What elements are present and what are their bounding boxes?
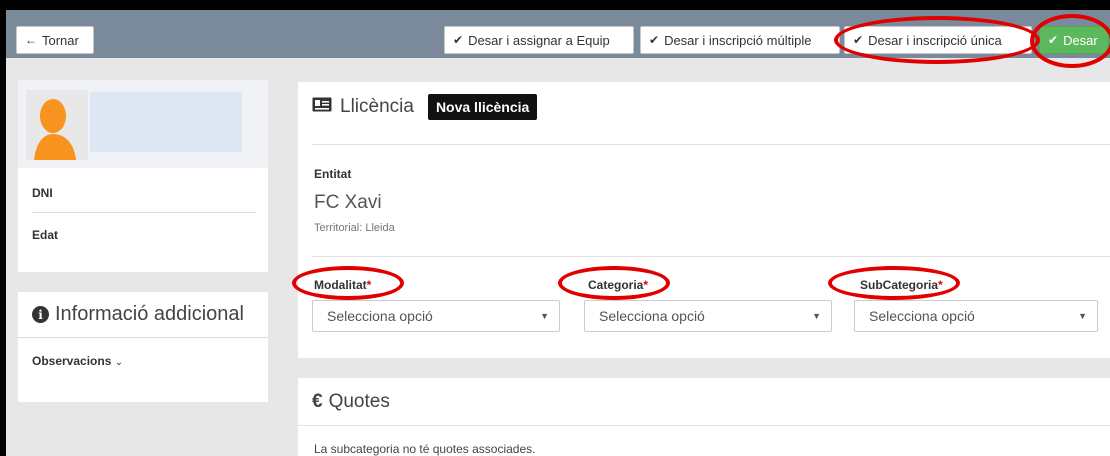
id-card-icon (312, 96, 332, 118)
subcategory-select[interactable]: Selecciona opció ▼ (854, 300, 1098, 332)
additional-info-card: i Informació addicional Observacions ⌄ (18, 292, 268, 402)
subcategory-select-value: Selecciona opció (869, 308, 975, 324)
additional-info-title: Informació addicional (55, 303, 244, 325)
app-frame: ← Tornar ✔ Desar i assignar a Equip ✔ De… (6, 10, 1110, 456)
modality-select[interactable]: Selecciona opció ▼ (312, 300, 560, 332)
arrow-left-icon: ← (25, 33, 37, 47)
save-single-label: Desar i inscripció única (868, 32, 1002, 48)
category-label-text: Categoria (588, 278, 644, 292)
quotes-header: € Quotes (298, 378, 1110, 426)
subcategory-label: SubCategoria* (860, 278, 943, 292)
required-marker: * (938, 278, 943, 292)
entity-label: Entitat (314, 167, 352, 181)
euro-icon: € (312, 390, 323, 412)
chevron-down-icon: ⌄ (114, 357, 124, 368)
required-marker: * (643, 278, 649, 292)
additional-info-header: i Informació addicional (18, 292, 268, 338)
new-licence-badge: Nova llicència (427, 94, 538, 120)
check-icon: ✔ (1048, 33, 1059, 47)
top-toolbar: ← Tornar ✔ Desar i assignar a Equip ✔ De… (6, 10, 1110, 58)
category-select[interactable]: Selecciona opció ▼ (584, 300, 832, 332)
save-button[interactable]: ✔ Desar (1039, 26, 1109, 54)
save-multiple-label: Desar i inscripció múltiple (664, 32, 812, 48)
save-assign-team-button[interactable]: ✔ Desar i assignar a Equip (444, 26, 634, 54)
back-label: Tornar (42, 32, 79, 48)
observations-toggle[interactable]: Observacions ⌄ (32, 354, 123, 368)
quotes-title: Quotes (328, 390, 390, 412)
observations-label: Observacions (32, 354, 112, 368)
entity-territory: Territorial: Lleida (314, 222, 395, 234)
check-icon: ✔ (649, 33, 660, 47)
age-label: Edat (32, 228, 59, 242)
caret-down-icon: ▼ (540, 311, 549, 321)
save-single-button[interactable]: ✔ Desar i inscripció única (844, 26, 1032, 54)
subcategory-label-text: SubCategoria (860, 278, 939, 292)
save-label: Desar (1063, 32, 1098, 48)
entity-name: FC Xavi (314, 192, 382, 213)
profile-card: DNI Edat (18, 80, 268, 272)
quotes-panel: € Quotes La subcategoria no té quotes as… (298, 378, 1110, 456)
dni-label: DNI (32, 186, 53, 200)
category-label: Categoria* (588, 278, 648, 292)
divider (312, 144, 1110, 145)
back-button[interactable]: ← Tornar (16, 26, 94, 54)
required-marker: * (366, 278, 372, 292)
modality-label-text: Modalitat (314, 278, 367, 292)
licence-header: Llicència Nova llicència (298, 82, 1110, 132)
user-avatar-icon (26, 90, 88, 160)
licence-panel: Llicència Nova llicència Entitat FC Xavi… (298, 82, 1110, 358)
modality-label: Modalitat* (314, 278, 371, 292)
caret-down-icon: ▼ (812, 311, 821, 321)
modality-select-value: Selecciona opció (327, 308, 433, 324)
licence-title: Llicència (340, 96, 414, 117)
check-icon: ✔ (853, 33, 864, 47)
caret-down-icon: ▼ (1078, 311, 1087, 321)
save-assign-team-label: Desar i assignar a Equip (468, 32, 610, 48)
check-icon: ✔ (453, 33, 464, 47)
quotes-empty-text: La subcategoria no té quotes associades. (314, 442, 536, 456)
info-circle-icon: i (32, 306, 49, 323)
category-select-value: Selecciona opció (599, 308, 705, 324)
name-placeholder (90, 92, 242, 152)
profile-header (18, 80, 268, 168)
divider (312, 256, 1110, 257)
save-multiple-button[interactable]: ✔ Desar i inscripció múltiple (640, 26, 840, 54)
divider (32, 212, 256, 213)
